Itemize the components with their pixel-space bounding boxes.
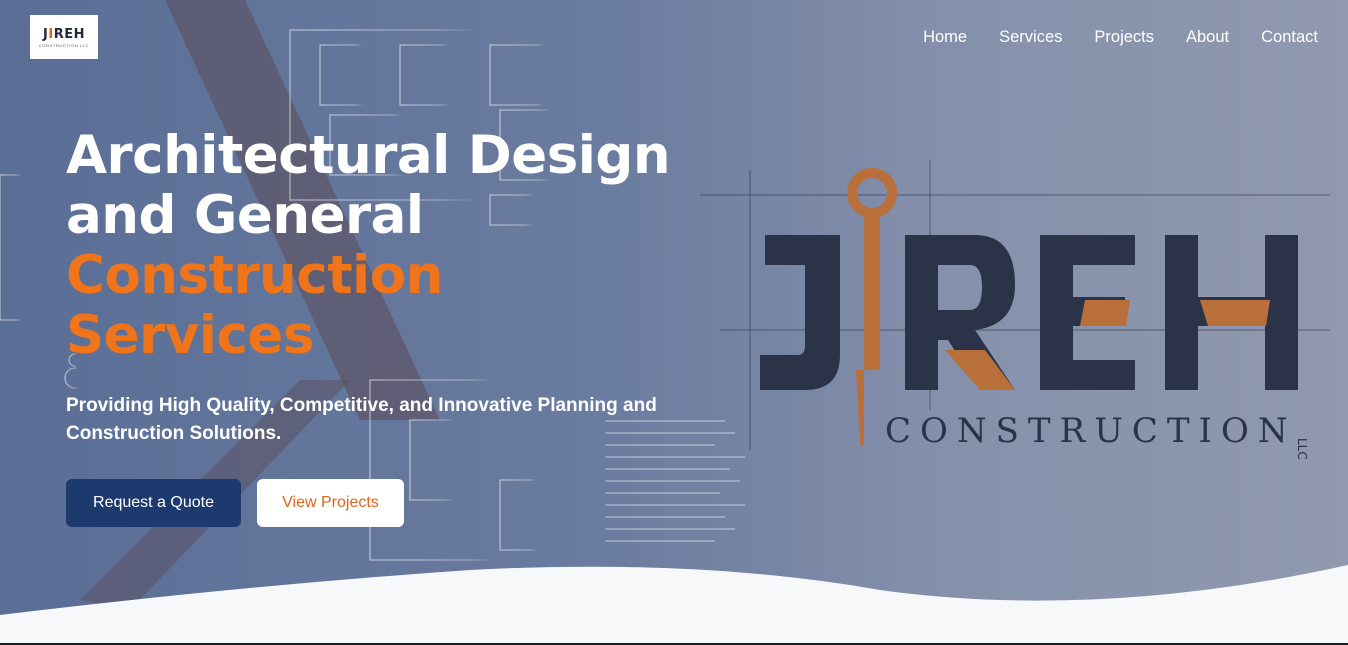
hero-title-line-2: and General <box>66 185 424 246</box>
logo-letters-reh: REH <box>53 26 85 42</box>
hero-subtitle: Providing High Quality, Competitive, and… <box>66 395 657 444</box>
jireh-brand-artwork: CONSTRUCTION LLC <box>700 160 1330 460</box>
nav-services[interactable]: Services <box>999 26 1062 48</box>
brand-suffix: LLC <box>1295 438 1309 460</box>
request-quote-button[interactable]: Request a Quote <box>66 479 241 527</box>
hero-title-line-4: Services <box>66 305 314 366</box>
site-logo[interactable]: JIREH CONSTRUCTION LLC <box>30 15 98 59</box>
brand-wordmark: CONSTRUCTION <box>885 411 1297 451</box>
main-nav: Home Services Projects About Contact <box>891 26 1318 48</box>
nav-contact[interactable]: Contact <box>1261 26 1318 48</box>
nav-about[interactable]: About <box>1186 26 1229 48</box>
nav-home[interactable]: Home <box>923 26 967 48</box>
nav-projects[interactable]: Projects <box>1094 26 1154 48</box>
hero-title: Architectural Design and General Constru… <box>66 126 786 366</box>
hero-section: CONSTRUCTION LLC JIREH CONSTRUCTION LLC … <box>0 0 1348 645</box>
hero-title-line-3: Construction <box>66 245 443 306</box>
logo-tagline: CONSTRUCTION LLC <box>38 42 90 48</box>
hero-bottom-wave <box>0 565 1348 645</box>
view-projects-button[interactable]: View Projects <box>257 479 404 527</box>
hero-title-line-1: Architectural Design <box>66 125 671 186</box>
